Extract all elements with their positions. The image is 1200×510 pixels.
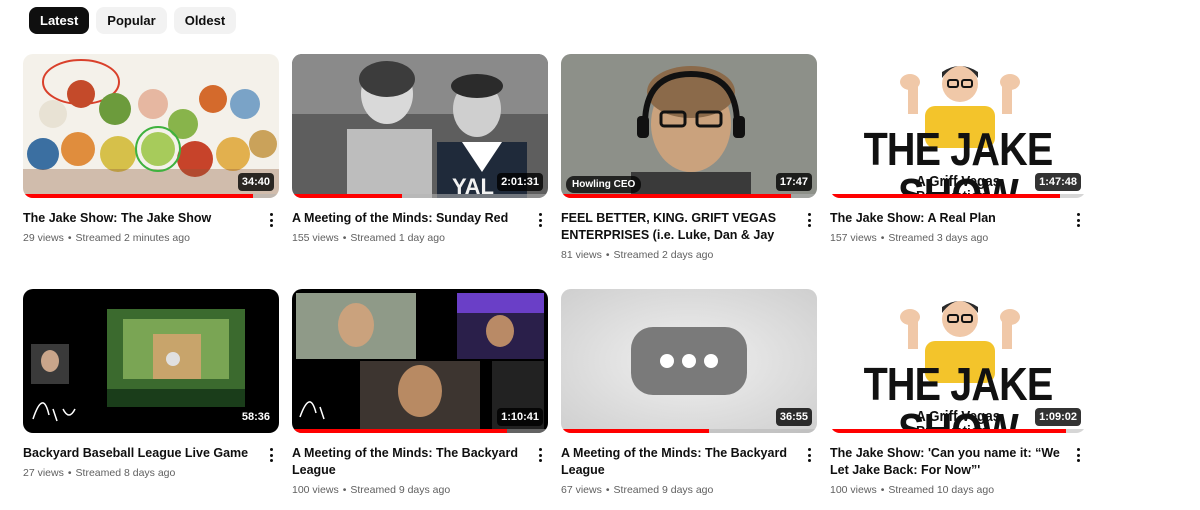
video-card: 58:36 Backyard Baseball League Live Game… — [23, 289, 279, 480]
video-stats: 67 views • Streamed 9 days ago — [561, 484, 714, 496]
video-card: THE JAKE SHOW A Griff Vegas Production 1… — [830, 54, 1086, 245]
video-thumbnail[interactable]: Howling CEO 17:47 — [561, 54, 817, 198]
stream-date: Streamed 8 days ago — [75, 467, 176, 479]
video-thumbnail[interactable]: YAL 2:01:31 — [292, 54, 548, 198]
video-card: 1:10:41 A Meeting of the Minds: The Back… — [292, 289, 548, 497]
more-options-icon[interactable] — [1070, 211, 1086, 229]
stream-date: Streamed 10 days ago — [888, 484, 995, 496]
video-card: THE JAKE SHOW A Griff Vegas Production 1… — [830, 289, 1086, 497]
more-options-icon[interactable] — [532, 211, 548, 229]
video-title[interactable]: Backyard Baseball League Live Game — [23, 445, 255, 462]
duration-badge: 34:40 — [237, 173, 274, 191]
video-title[interactable]: The Jake Show: 'Can you name it: “We Let… — [830, 445, 1062, 479]
video-stats: 100 views • Streamed 10 days ago — [830, 484, 995, 496]
video-title[interactable]: The Jake Show: The Jake Show — [23, 210, 255, 227]
video-thumbnail[interactable]: 58:36 — [23, 289, 279, 433]
duration-badge: 2:01:31 — [497, 173, 543, 191]
view-count: 100 views — [830, 484, 877, 496]
video-stats: 157 views • Streamed 3 days ago — [830, 232, 989, 244]
filter-chips: Latest Popular Oldest — [29, 7, 237, 34]
view-count: 81 views — [561, 249, 602, 261]
view-count: 155 views — [292, 232, 339, 244]
more-options-icon[interactable] — [801, 211, 817, 229]
video-title[interactable]: A Meeting of the Minds: Sunday Red — [292, 210, 524, 227]
video-stats: 100 views • Streamed 9 days ago — [292, 484, 451, 496]
duration-badge: 17:47 — [775, 173, 812, 191]
view-count: 29 views — [23, 232, 64, 244]
video-thumbnail[interactable]: 1:10:41 — [292, 289, 548, 433]
video-thumbnail[interactable]: THE JAKE SHOW A Griff Vegas Production 1… — [830, 289, 1086, 433]
stream-label: Howling CEO — [566, 176, 642, 193]
video-title[interactable]: A Meeting of the Minds: The Backyard Lea… — [561, 445, 793, 479]
video-title[interactable]: The Jake Show: A Real Plan — [830, 210, 1062, 227]
video-stats: 27 views • Streamed 8 days ago — [23, 467, 176, 479]
stream-date: Streamed 9 days ago — [350, 484, 451, 496]
video-title[interactable]: A Meeting of the Minds: The Backyard Lea… — [292, 445, 524, 479]
stream-date: Streamed 1 day ago — [350, 232, 445, 244]
chip-latest[interactable]: Latest — [29, 7, 90, 34]
more-options-icon[interactable] — [532, 446, 548, 464]
more-options-icon[interactable] — [801, 446, 817, 464]
chip-oldest[interactable]: Oldest — [173, 7, 237, 34]
video-stats: 155 views • Streamed 1 day ago — [292, 232, 445, 244]
video-card: YAL 2:01:31 A Meeting of the Minds: Sund… — [292, 54, 548, 245]
video-stats: 81 views • Streamed 2 days ago — [561, 249, 714, 261]
view-count: 157 views — [830, 232, 877, 244]
duration-badge: 1:47:48 — [1035, 173, 1081, 191]
stream-date: Streamed 3 days ago — [888, 232, 989, 244]
video-card: Howling CEO 17:47 FEEL BETTER, KING. GRI… — [561, 54, 817, 262]
duration-badge: 36:55 — [775, 408, 812, 426]
chip-popular[interactable]: Popular — [96, 7, 167, 34]
view-count: 100 views — [292, 484, 339, 496]
video-card: 34:40 The Jake Show: The Jake Show 29 vi… — [23, 54, 279, 245]
more-options-icon[interactable] — [263, 211, 279, 229]
duration-badge: 58:36 — [237, 408, 274, 426]
video-title[interactable]: FEEL BETTER, KING. GRIFT VEGAS ENTERPRIS… — [561, 210, 793, 244]
view-count: 27 views — [23, 467, 64, 479]
video-thumbnail[interactable]: 34:40 — [23, 54, 279, 198]
video-thumbnail[interactable]: THE JAKE SHOW A Griff Vegas Production 1… — [830, 54, 1086, 198]
stream-date: Streamed 2 days ago — [613, 249, 714, 261]
more-options-icon[interactable] — [263, 446, 279, 464]
stream-date: Streamed 9 days ago — [613, 484, 714, 496]
duration-badge: 1:09:02 — [1035, 408, 1081, 426]
duration-badge: 1:10:41 — [497, 408, 543, 426]
view-count: 67 views — [561, 484, 602, 496]
more-options-icon[interactable] — [1070, 446, 1086, 464]
stream-date: Streamed 2 minutes ago — [75, 232, 190, 244]
video-card: 36:55 A Meeting of the Minds: The Backya… — [561, 289, 817, 497]
video-stats: 29 views • Streamed 2 minutes ago — [23, 232, 190, 244]
video-thumbnail[interactable]: 36:55 — [561, 289, 817, 433]
